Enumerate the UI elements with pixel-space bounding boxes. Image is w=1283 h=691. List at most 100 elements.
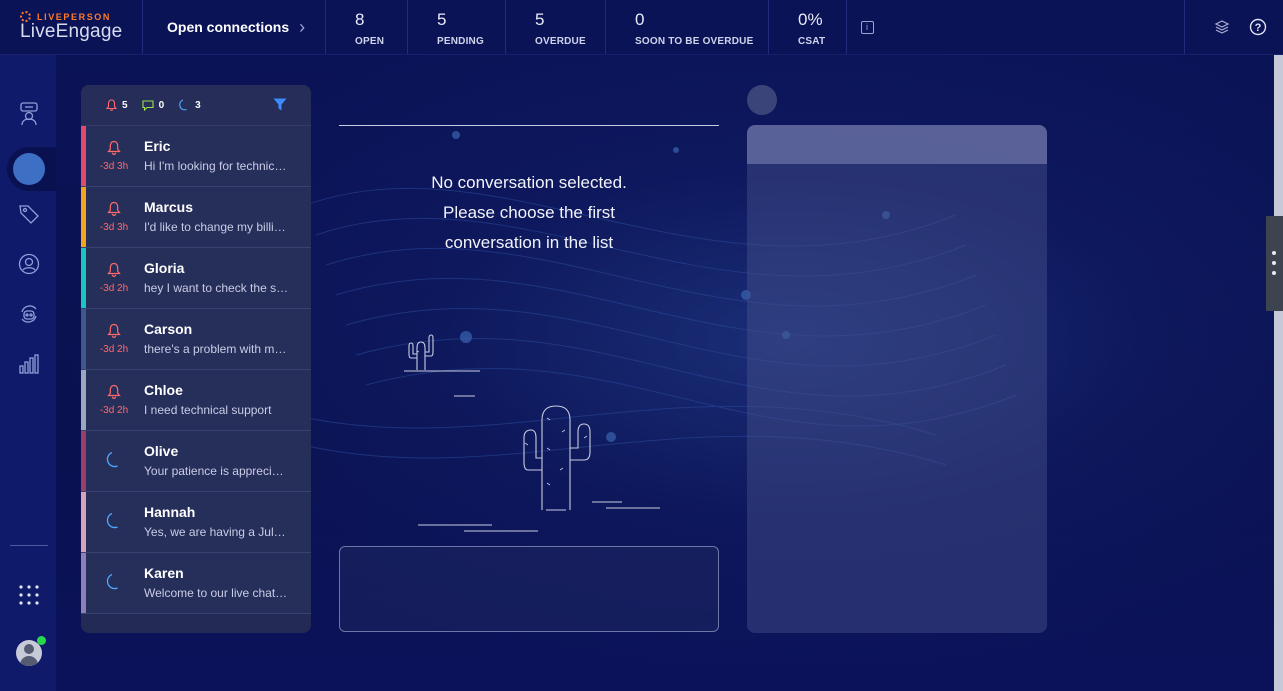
alert-indicator: -3d 3h	[95, 201, 133, 233]
conversation-preview: I need technical support	[144, 403, 272, 417]
conversation-item-marcus[interactable]: -3d 3h Marcus I'd like to change my billin…	[81, 187, 311, 248]
conversation-item-eric[interactable]: -3d 3h Eric Hi I'm looking for technical s…	[81, 126, 311, 187]
conversation-stripe	[81, 187, 86, 247]
conversation-name: Eric	[144, 138, 171, 154]
layers-icon[interactable]	[1211, 16, 1233, 38]
stat-label: SOON TO BE OVERDUE	[635, 36, 754, 47]
conversation-stripe	[81, 431, 86, 491]
user-circle-icon[interactable]	[16, 251, 42, 277]
stat-label: PENDING	[437, 36, 484, 47]
conversation-time: -3d 2h	[99, 283, 129, 294]
side-panel-handle[interactable]	[1266, 216, 1283, 311]
no-conversation-message: No conversation selected. Please choose …	[339, 168, 719, 258]
conversation-time: -3d 2h	[99, 405, 129, 416]
bell-icon	[107, 201, 121, 216]
stat-pending[interactable]: 5 PENDING	[408, 0, 506, 54]
moon-icon	[105, 573, 122, 595]
top-right-tools: ?	[1184, 0, 1283, 54]
empty-line-3: conversation in the list	[444, 233, 614, 252]
stat-overdue[interactable]: 5 OVERDUE	[506, 0, 606, 54]
stat-soon-overdue[interactable]: 0 SOON TO BE OVERDUE	[606, 0, 769, 54]
consumer-info-header	[747, 125, 1047, 164]
stat-open[interactable]: 8 OPEN	[326, 0, 408, 54]
conversation-name: Olive	[144, 443, 179, 459]
transcript-divider	[339, 125, 719, 126]
apps-grid-icon[interactable]	[16, 582, 42, 608]
empty-line-1: No conversation selected.	[431, 173, 627, 192]
conversation-stripe	[81, 553, 86, 613]
moon-icon	[178, 99, 190, 111]
stat-value: 5	[437, 10, 447, 29]
help-icon[interactable]: ?	[1247, 16, 1269, 38]
conversation-name: Karen	[144, 565, 184, 581]
cactus-illustration	[400, 320, 670, 545]
conversation-name: Hannah	[144, 504, 196, 520]
empty-line-2: Please choose the first	[443, 203, 615, 222]
message-icon	[142, 99, 154, 111]
conversation-item-chloe[interactable]: -3d 2h Chloe I need technical support	[81, 370, 311, 431]
conversation-name: Marcus	[144, 199, 194, 215]
conversation-preview: there's a problem with my account	[144, 342, 289, 356]
handle-dot	[1272, 251, 1276, 255]
info-icon: i	[860, 20, 874, 34]
away-count[interactable]: 3	[178, 99, 201, 111]
handle-dot	[1272, 271, 1276, 275]
moon-icon	[105, 512, 122, 534]
conversation-stripe	[81, 126, 86, 186]
message-compose-box[interactable]	[339, 546, 719, 632]
conversation-item-olive[interactable]: Olive Your patience is appreciated	[81, 431, 311, 492]
bar-chart-icon[interactable]	[16, 351, 42, 377]
conversation-list-panel: 5 0 3 -3d 3h Eric Hi I'm looking for techn…	[81, 85, 311, 633]
conversation-item-gloria[interactable]: -3d 2h Gloria hey I want to check the stat…	[81, 248, 311, 309]
stat-value: 8	[355, 10, 365, 29]
brand-top-text: LIVEPERSON	[37, 11, 112, 22]
conversation-stripe	[81, 248, 86, 308]
liveengage-logo[interactable]: LIVEPERSON LiveEngage	[0, 0, 143, 54]
message-count-value: 0	[158, 99, 165, 111]
away-count-value: 3	[195, 99, 201, 111]
stat-value: 0	[635, 10, 645, 29]
alert-indicator: -3d 2h	[95, 323, 133, 355]
online-status-dot	[37, 636, 46, 645]
conversation-list-header: 5 0 3	[81, 85, 311, 126]
conversation-preview: Welcome to our live chat service	[144, 586, 289, 600]
conversation-preview: hey I want to check the status	[144, 281, 289, 295]
alert-count-value: 5	[122, 99, 128, 111]
alert-count[interactable]: 5	[106, 99, 128, 111]
tag-icon[interactable]	[16, 201, 42, 227]
svg-text:?: ?	[1255, 22, 1262, 34]
consumer-info-panel	[747, 125, 1047, 633]
conversation-preview: Your patience is appreciated	[144, 464, 289, 478]
agent-chat-icon[interactable]	[16, 101, 42, 127]
message-count[interactable]: 0	[142, 99, 165, 111]
conversation-stripe	[81, 370, 86, 430]
stat-label: OVERDUE	[535, 36, 586, 47]
bell-icon	[107, 140, 121, 155]
conversation-time: -3d 3h	[99, 161, 129, 172]
open-connections-button[interactable]: Open connections ›	[143, 0, 326, 54]
consumer-avatar-placeholder	[747, 85, 777, 115]
conversation-preview: I'd like to change my billing address	[144, 220, 289, 234]
conversation-item-carson[interactable]: -3d 2h Carson there's a problem with my ac…	[81, 309, 311, 370]
side-navigation	[0, 55, 56, 691]
alert-indicator: -3d 2h	[95, 262, 133, 294]
conversation-name: Chloe	[144, 382, 183, 398]
nav-item-active[interactable]	[13, 153, 45, 185]
info-button[interactable]: i	[847, 0, 887, 54]
conversation-item-karen[interactable]: Karen Welcome to our live chat service	[81, 553, 311, 614]
right-edge-scrollbar[interactable]	[1274, 55, 1283, 691]
bell-icon	[106, 99, 117, 111]
bell-icon	[107, 323, 121, 338]
conversation-time: -3d 2h	[99, 344, 129, 355]
filter-icon[interactable]	[273, 98, 287, 116]
conversation-items: -3d 3h Eric Hi I'm looking for technical s…	[81, 126, 311, 614]
alert-indicator: -3d 2h	[95, 384, 133, 416]
nav-divider	[10, 545, 48, 546]
handle-dot	[1272, 261, 1276, 265]
bot-icon[interactable]	[16, 301, 42, 327]
stat-csat[interactable]: 0% CSAT	[769, 0, 847, 54]
conversation-item-hannah[interactable]: Hannah Yes, we are having a July sale	[81, 492, 311, 553]
moon-icon	[105, 451, 122, 473]
chevron-right-icon: ›	[299, 16, 306, 37]
stat-value: 5	[535, 10, 545, 29]
